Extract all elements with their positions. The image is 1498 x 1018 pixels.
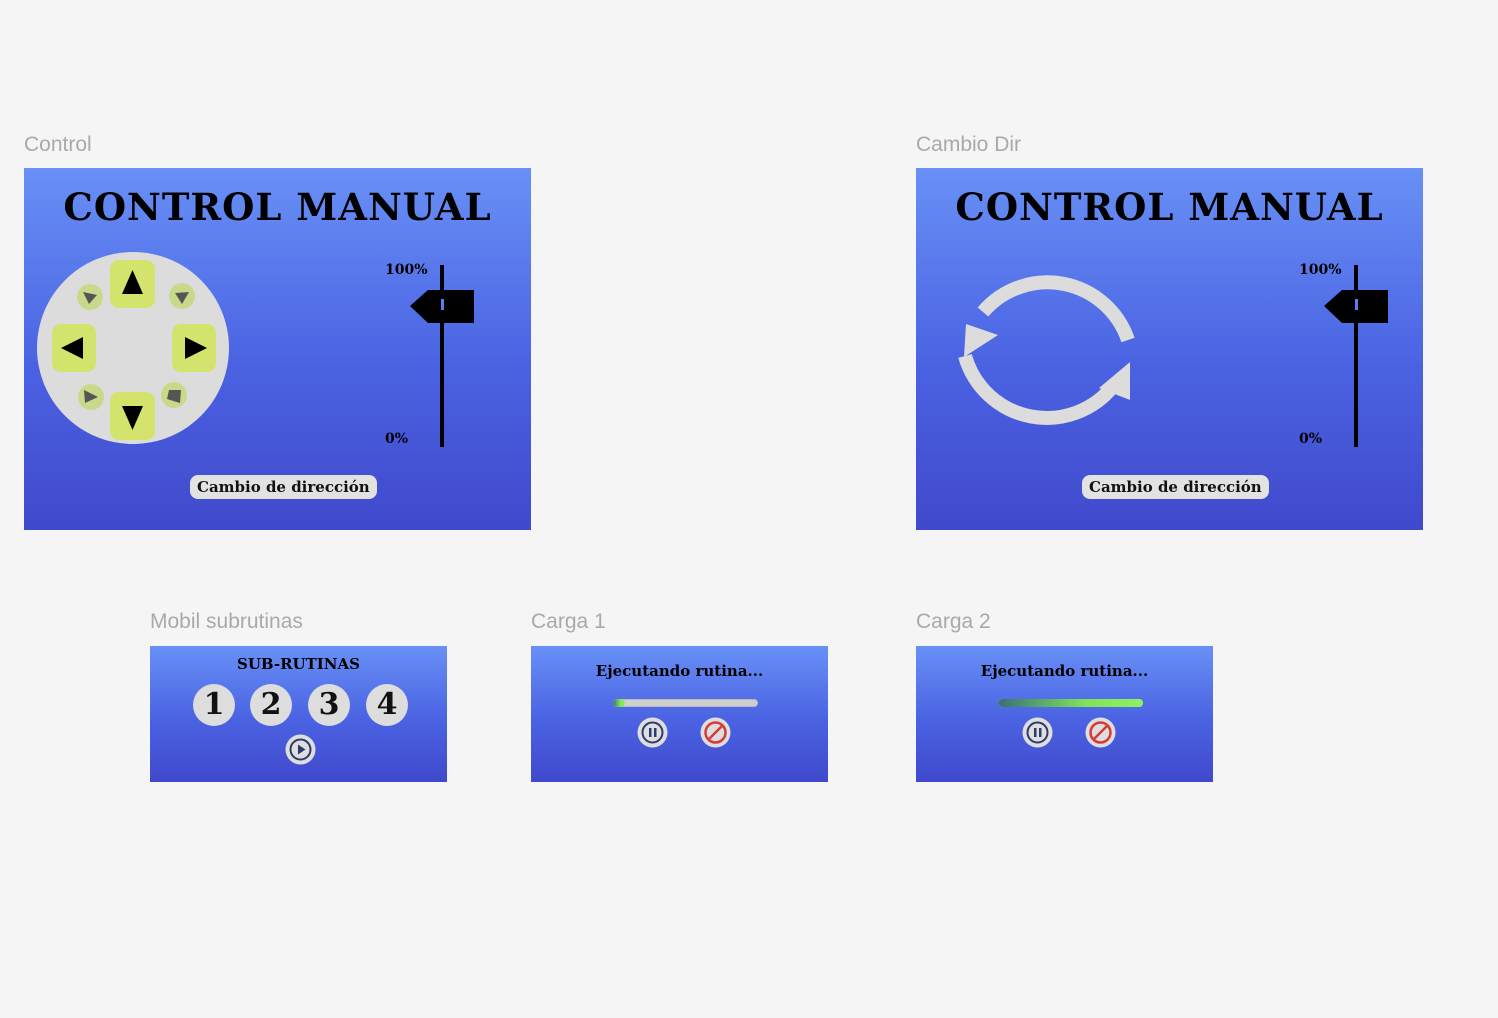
control-frame: CONTROL MANUAL 100% 0% Cambio de direcci…: [24, 168, 531, 530]
carga1-status: Ejecutando rutina...: [595, 662, 764, 680]
change-direction-button[interactable]: Cambio de dirección: [190, 475, 377, 499]
cambio-frame: CONTROL MANUAL 100% 0% Cambio de direcci…: [916, 168, 1423, 530]
frame-label-carga2: Carga 2: [916, 610, 991, 633]
carga1-frame: Ejecutando rutina...: [531, 646, 828, 782]
carga2-progress-fill: [998, 699, 1143, 707]
speed-min-label: 0%: [385, 431, 409, 447]
rotate-arrows-icon[interactable]: [954, 252, 1139, 447]
diagonal-up-right-button[interactable]: [169, 283, 195, 309]
frame-label-carga1: Carga 1: [531, 610, 606, 633]
control-title: CONTROL MANUAL: [63, 185, 492, 229]
speed-min-label: 0%: [1299, 431, 1323, 447]
diagonal-down-right-button[interactable]: [161, 382, 187, 408]
routine-1-button[interactable]: 1: [193, 684, 235, 726]
speed-slider[interactable]: [408, 265, 478, 450]
cancel-icon[interactable]: [700, 717, 731, 748]
play-icon[interactable]: [285, 734, 316, 765]
arrow-up-icon[interactable]: [110, 260, 155, 308]
routine-3-button[interactable]: 3: [308, 684, 350, 726]
cancel-icon[interactable]: [1085, 717, 1116, 748]
pause-icon[interactable]: [1022, 717, 1053, 748]
arrow-left-icon[interactable]: [52, 324, 96, 372]
carga1-progress-fill: [613, 699, 625, 707]
subrutinas-frame: SUB-RUTINAS 1 2 3 4: [150, 646, 447, 782]
routine-2-button[interactable]: 2: [250, 684, 292, 726]
frame-label-cambio: Cambio Dir: [916, 133, 1022, 156]
frame-label-control: Control: [24, 133, 92, 156]
subrutinas-title: SUB-RUTINAS: [236, 655, 360, 673]
frame-label-subrutinas: Mobil subrutinas: [150, 610, 303, 633]
cambio-title: CONTROL MANUAL: [955, 185, 1384, 229]
routine-4-button[interactable]: 4: [366, 684, 408, 726]
speed-slider[interactable]: [1322, 265, 1392, 450]
carga2-progress-bar: [998, 699, 1143, 707]
arrow-right-icon[interactable]: [172, 324, 216, 372]
diagonal-up-left-button[interactable]: [77, 284, 103, 310]
carga2-status: Ejecutando rutina...: [980, 662, 1149, 680]
dpad: [36, 251, 231, 446]
carga1-progress-bar: [613, 699, 758, 707]
carga2-frame: Ejecutando rutina...: [916, 646, 1213, 782]
arrow-down-icon[interactable]: [110, 392, 155, 440]
diagonal-down-left-button[interactable]: [78, 384, 104, 410]
change-direction-button[interactable]: Cambio de dirección: [1082, 475, 1269, 499]
pause-icon[interactable]: [637, 717, 668, 748]
